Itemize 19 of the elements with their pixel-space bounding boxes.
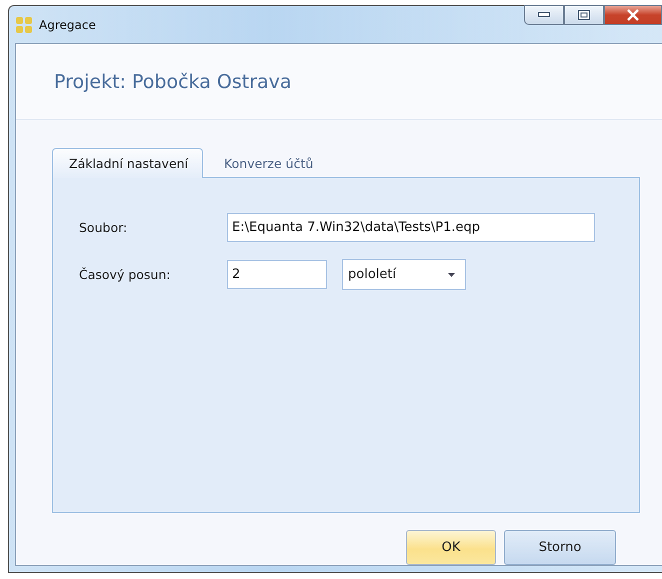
cancel-button[interactable]: Storno (504, 530, 616, 565)
maximize-button[interactable] (564, 5, 604, 25)
maximize-icon (578, 10, 590, 20)
project-title: Projekt: Pobočka Ostrava (16, 44, 662, 120)
minimize-icon (538, 12, 550, 18)
window-title: Agregace (39, 18, 96, 32)
text-field[interactable]: 2 (227, 260, 327, 289)
close-icon (626, 9, 640, 21)
minimize-button[interactable] (524, 5, 564, 25)
field-label: Časový posun: (79, 267, 172, 282)
ok-button[interactable]: OK (406, 530, 496, 565)
caret-icon (448, 272, 455, 276)
field-label: Soubor: (79, 220, 128, 235)
unit-dropdown[interactable]: pololetí (342, 259, 466, 290)
text-field[interactable]: E:\Equanta 7.Win32\data\Tests\P1.eqp (227, 213, 595, 242)
tab[interactable]: Základní nastavení (52, 148, 204, 178)
tab[interactable]: Konverze účtů (207, 148, 328, 178)
grid-logo-icon (15, 16, 33, 34)
close-button[interactable] (604, 5, 662, 25)
